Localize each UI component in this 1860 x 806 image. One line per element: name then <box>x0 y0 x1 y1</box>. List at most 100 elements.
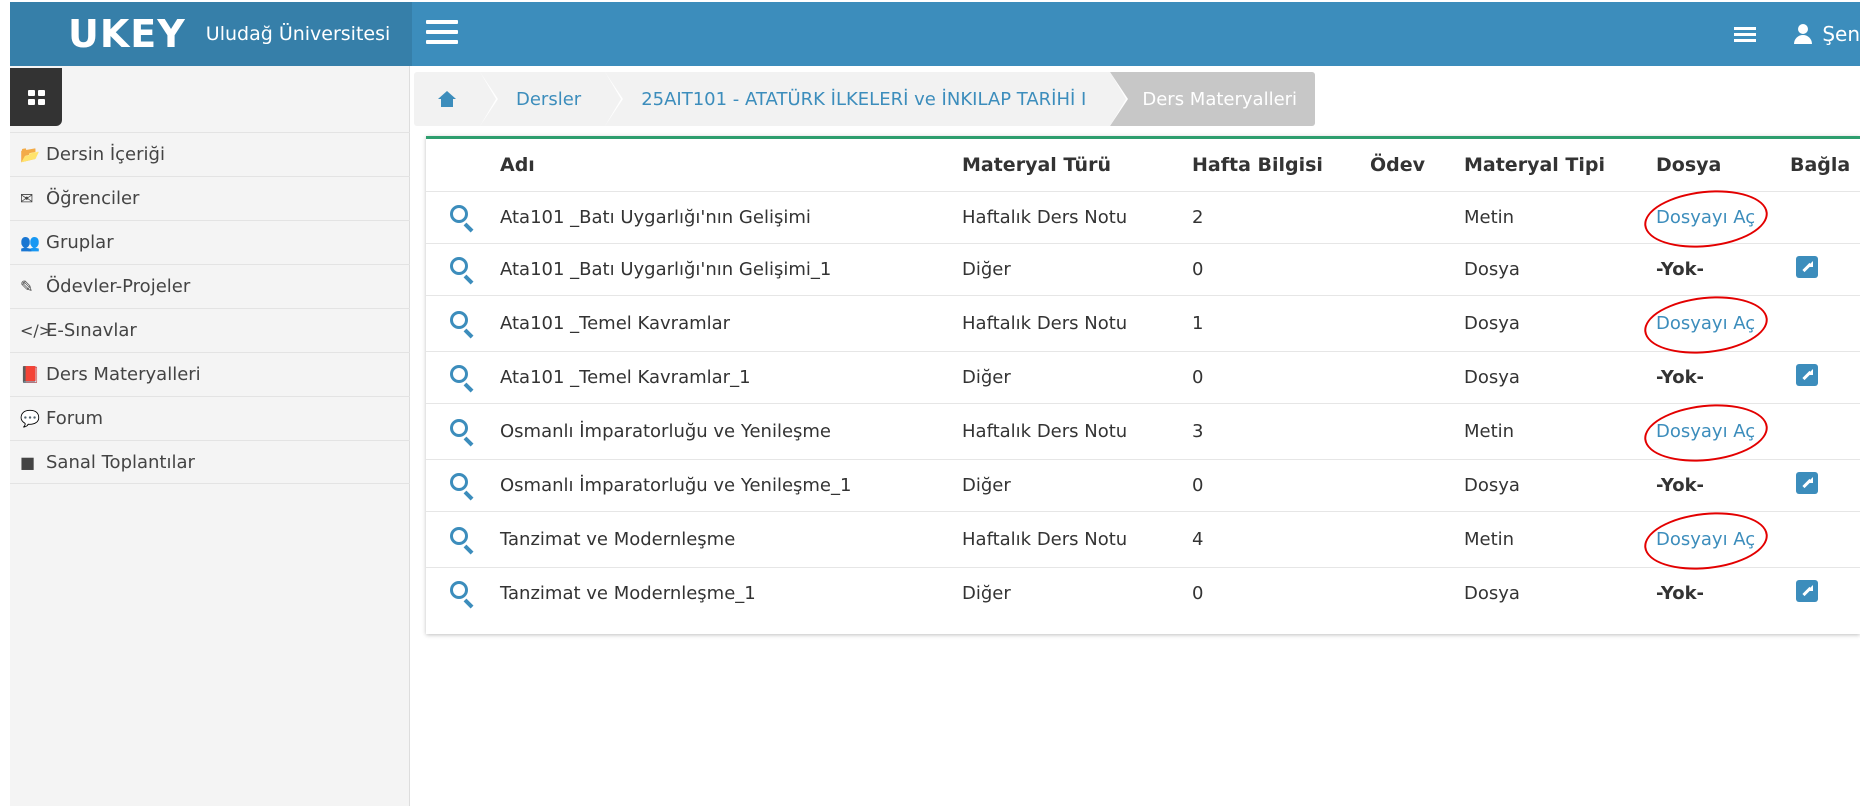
sidebar-menu: 📂 Dersin İçeriği ✉ Öğrenciler 👥 Gruplar ✎ Öd… <box>10 132 410 484</box>
open-file-label: Dosyayı Aç <box>1656 312 1756 334</box>
table-row: Osmanlı İmparatorluğu ve Yenileşme_1 Diğ… <box>426 458 1860 511</box>
dashboard-button[interactable] <box>10 68 62 126</box>
breadcrumb-dersler[interactable]: Dersler <box>480 72 624 126</box>
open-file-link[interactable]: Dosyayı Aç <box>1641 398 1771 467</box>
sidebar-item-odevler-projeler[interactable]: ✎ Ödevler-Projeler <box>10 264 410 308</box>
header-name: Adı <box>500 153 535 176</box>
row-kind: Dosya <box>1464 294 1656 351</box>
sidebar-item-label: Sanal Toplantılar <box>46 451 195 473</box>
open-file-label: Dosyayı Aç <box>1656 420 1756 442</box>
sidebar-item-gruplar[interactable]: 👥 Gruplar <box>10 220 410 264</box>
top-right-area: Şen <box>1734 2 1860 66</box>
row-week: 2 <box>1192 190 1370 243</box>
university-name: Uludağ Üniversitesi <box>205 23 391 45</box>
row-file-none: -Yok- <box>1656 458 1790 511</box>
code-icon: </> <box>20 321 53 340</box>
external-link-icon[interactable] <box>1796 255 1818 278</box>
row-link <box>1790 294 1860 351</box>
users-icon: 👥 <box>20 233 40 252</box>
row-homework <box>1370 510 1464 567</box>
logo-area[interactable]: UKEY Uludağ Üniversitesi <box>10 2 412 66</box>
row-name: Ata101 _Temel Kavramlar <box>500 294 962 351</box>
search-icon[interactable] <box>450 527 474 555</box>
row-link <box>1790 402 1860 459</box>
breadcrumb-home[interactable] <box>414 72 498 126</box>
row-name: Tanzimat ve Modernleşme_1 <box>500 566 962 619</box>
row-name: Tanzimat ve Modernleşme <box>500 510 962 567</box>
row-file-none: -Yok- <box>1656 566 1790 619</box>
header-week: Hafta Bilgisi <box>1192 153 1323 176</box>
row-kind: Dosya <box>1464 242 1656 295</box>
sidebar-item-ders-materyalleri[interactable]: 📕 Ders Materyalleri <box>10 352 410 396</box>
open-file-link[interactable]: Dosyayı Aç <box>1641 184 1771 253</box>
external-link-icon[interactable] <box>1796 579 1818 602</box>
sidebar-item-ogrenciler[interactable]: ✉ Öğrenciler <box>10 176 410 220</box>
book-icon: 📕 <box>20 365 40 384</box>
search-icon[interactable] <box>450 581 474 609</box>
user-menu[interactable]: Şen <box>1794 22 1860 46</box>
sidebar-item-e-sinavlar[interactable]: </> E-Sınavlar <box>10 308 410 352</box>
row-name: Osmanlı İmparatorluğu ve Yenileşme_1 <box>500 458 962 511</box>
table-header-row: Adı Materyal Türü Hafta Bilgisi Ödev Mat… <box>426 139 1860 191</box>
row-homework <box>1370 190 1464 243</box>
search-icon[interactable] <box>450 365 474 393</box>
materials-panel: Adı Materyal Türü Hafta Bilgisi Ödev Mat… <box>426 136 1860 634</box>
header-icon-col <box>426 139 500 191</box>
sidebar-item-label: Ders Materyalleri <box>46 364 201 385</box>
row-kind: Dosya <box>1464 350 1656 403</box>
row-type: Haftalık Ders Notu <box>962 190 1192 243</box>
search-icon[interactable] <box>450 311 474 339</box>
table-row: Ata101 _Temel Kavramlar_1 Diğer 0 Dosya … <box>426 350 1860 403</box>
search-icon[interactable] <box>450 473 474 501</box>
header-material-kind: Materyal Tipi <box>1464 153 1605 176</box>
search-icon[interactable] <box>450 205 474 233</box>
breadcrumb-current: Ders Materyalleri <box>1110 72 1316 126</box>
external-link-icon[interactable] <box>1796 471 1818 494</box>
row-type: Diğer <box>962 350 1192 403</box>
row-link <box>1790 510 1860 567</box>
row-type: Diğer <box>962 566 1192 619</box>
sidebar-item-dersin-icerigi[interactable]: 📂 Dersin İçeriği <box>10 132 410 176</box>
row-type: Haftalık Ders Notu <box>962 294 1192 351</box>
search-icon[interactable] <box>450 257 474 285</box>
envelope-icon: ✉ <box>20 189 34 208</box>
sidebar-item-label: Öğrenciler <box>46 188 140 209</box>
row-homework <box>1370 566 1464 619</box>
row-week: 4 <box>1192 510 1370 567</box>
table-row: Ata101 _Batı Uygarlığı'nın Gelişimi Haft… <box>426 184 1860 253</box>
row-week: 1 <box>1192 294 1370 351</box>
open-file-link[interactable]: Dosyayı Aç <box>1641 506 1771 575</box>
external-link-icon[interactable] <box>1796 363 1818 386</box>
open-file-label: Dosyayı Aç <box>1656 206 1756 228</box>
sidebar-item-label: E-Sınavlar <box>46 320 137 341</box>
row-homework <box>1370 458 1464 511</box>
row-type: Diğer <box>962 458 1192 511</box>
search-icon[interactable] <box>450 419 474 447</box>
row-week: 0 <box>1192 566 1370 619</box>
open-file-link[interactable]: Dosyayı Aç <box>1641 290 1771 359</box>
row-kind: Dosya <box>1464 566 1656 619</box>
news-icon[interactable] <box>1734 26 1757 42</box>
row-link <box>1790 190 1860 243</box>
edit-icon: ✎ <box>20 277 34 296</box>
breadcrumb-course[interactable]: 25AIT101 - ATATÜRK İLKELERİ ve İNKILAP T… <box>605 72 1129 126</box>
breadcrumb: Dersler 25AIT101 - ATATÜRK İLKELERİ ve İ… <box>414 72 1316 126</box>
user-name: Şen <box>1822 22 1860 46</box>
materials-table: Adı Materyal Türü Hafta Bilgisi Ödev Mat… <box>426 139 1860 619</box>
row-kind: Metin <box>1464 510 1656 567</box>
row-kind: Dosya <box>1464 458 1656 511</box>
folder-icon: 📂 <box>20 145 40 164</box>
row-name: Ata101 _Batı Uygarlığı'nın Gelişimi <box>500 190 962 243</box>
table-row: Tanzimat ve Modernleşme Haftalık Ders No… <box>426 506 1860 575</box>
sidebar-item-sanal-toplantilar[interactable]: ■ Sanal Toplantılar <box>10 440 410 484</box>
table-row: Tanzimat ve Modernleşme_1 Diğer 0 Dosya … <box>426 566 1860 619</box>
header-file: Dosya <box>1656 153 1722 176</box>
row-type: Haftalık Ders Notu <box>962 402 1192 459</box>
row-type: Diğer <box>962 242 1192 295</box>
header-link: Bağla <box>1790 153 1851 176</box>
table-row: Osmanlı İmparatorluğu ve Yenileşme Hafta… <box>426 398 1860 467</box>
menu-toggle-icon[interactable] <box>426 20 458 48</box>
open-file-label: Dosyayı Aç <box>1656 528 1756 550</box>
sidebar-item-forum[interactable]: 💬 Forum <box>10 396 410 440</box>
row-week: 0 <box>1192 350 1370 403</box>
